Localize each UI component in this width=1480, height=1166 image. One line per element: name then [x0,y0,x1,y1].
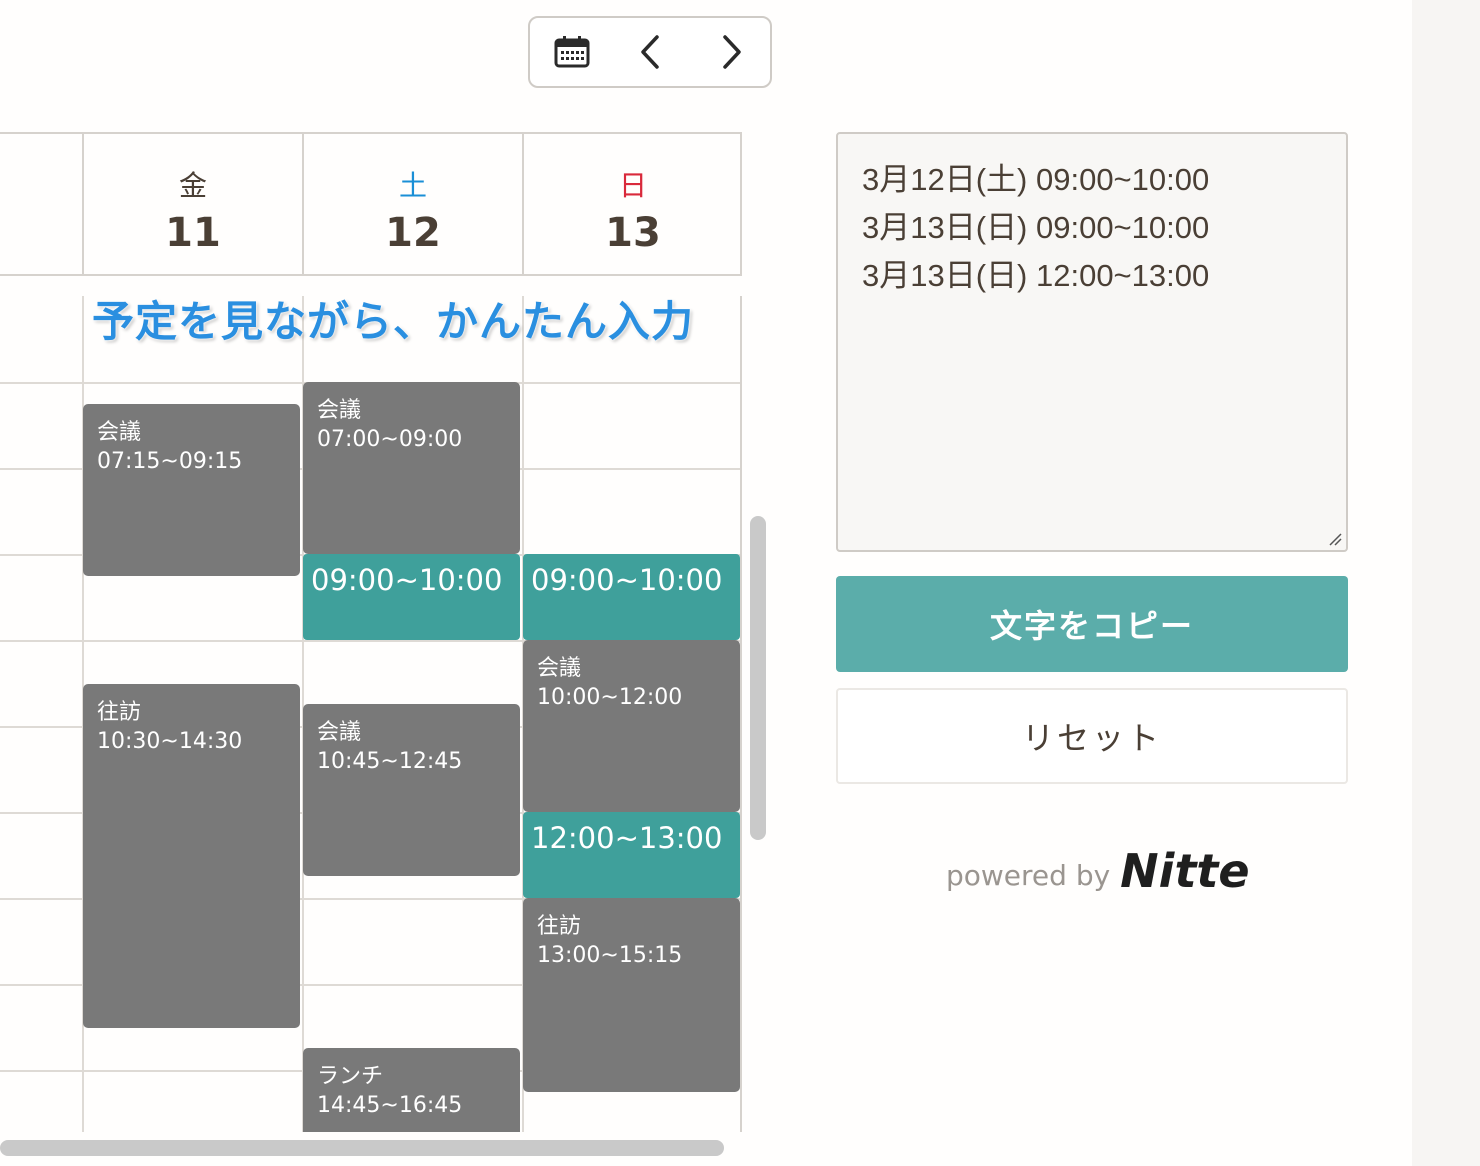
event-time: 14:45~16:45 [317,1093,463,1118]
selected-time-line: 3月12日(土) 09:00~10:00 [862,162,1210,197]
event-block[interactable]: 往訪 10:30~14:30 [83,684,300,1028]
copy-text-button[interactable]: 文字をコピー [836,576,1348,672]
event-title: 会議 [97,420,142,445]
reset-button[interactable]: リセット [836,688,1348,784]
page-edge [1412,0,1480,1166]
resize-grip-icon[interactable] [1328,532,1342,546]
selected-time-line: 3月13日(日) 09:00~10:00 [862,210,1210,245]
event-block[interactable]: ランチ 14:45~16:45 [303,1048,520,1132]
feature-banner: 予定を見ながら、かんたん入力 [92,297,695,346]
selected-time-slot[interactable]: 09:00~10:00 [303,554,520,640]
week-header: 金 11 土 12 日 13 [0,132,742,276]
day-number: 13 [605,210,661,256]
previous-week-button[interactable] [610,18,690,86]
day-header-sun[interactable]: 日 13 [522,134,742,274]
event-time: 07:00~09:00 [317,427,463,452]
event-title: 往訪 [97,700,142,725]
vertical-scrollbar[interactable] [750,516,766,840]
powered-by-footer: powered by Nitte [946,846,1250,896]
day-header-sat[interactable]: 土 12 [302,134,522,274]
horizontal-scrollbar[interactable] [0,1140,724,1156]
powered-by-label: powered by [946,859,1111,892]
selected-time-slot[interactable]: 12:00~13:00 [523,812,740,898]
day-header-fri[interactable]: 金 11 [82,134,302,274]
event-block[interactable]: 会議 07:15~09:15 [83,404,300,576]
event-title: 会議 [537,656,582,681]
event-block[interactable]: 会議 07:00~09:00 [303,382,520,554]
event-title: 往訪 [537,914,582,939]
event-title: ランチ [317,1064,384,1089]
selected-time-slot[interactable]: 09:00~10:00 [523,554,740,640]
next-week-button[interactable] [692,18,772,86]
event-block[interactable]: 会議 10:45~12:45 [303,704,520,876]
calendar-picker-button[interactable] [532,18,612,86]
day-of-week: 土 [398,169,427,202]
selected-time-line: 3月13日(日) 12:00~13:00 [862,258,1210,293]
day-number: 11 [165,210,221,256]
date-navigation-toolbar [528,16,772,88]
event-time: 10:00~12:00 [537,685,683,710]
chevron-left-icon [641,35,659,69]
time-grid[interactable]: 会議 07:15~09:15 往訪 10:30~14:30 会議 07:00~0… [0,296,742,1132]
event-block[interactable]: 会議 10:00~12:00 [523,640,740,812]
event-time: 10:45~12:45 [317,749,463,774]
calendar-icon [554,36,590,68]
day-number: 12 [385,210,441,256]
selected-times-textarea[interactable]: 3月12日(土) 09:00~10:00 3月13日(日) 09:00~10:0… [836,132,1348,552]
day-of-week: 金 [178,169,207,202]
event-title: 会議 [317,398,362,423]
event-time: 13:00~15:15 [537,943,683,968]
event-block[interactable]: 往訪 13:00~15:15 [523,898,740,1092]
event-time: 10:30~14:30 [97,729,243,754]
nitte-logo[interactable]: Nitte [1120,846,1249,896]
day-of-week: 日 [618,169,647,202]
event-title: 会議 [317,720,362,745]
chevron-right-icon [723,35,741,69]
event-time: 07:15~09:15 [97,449,243,474]
